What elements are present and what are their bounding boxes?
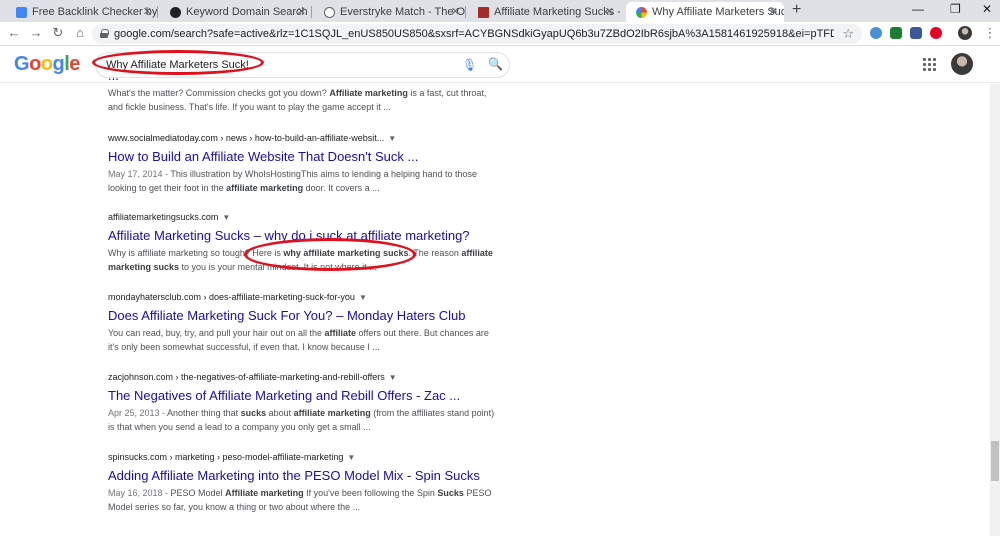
google-logo[interactable]: Google	[14, 53, 80, 76]
result-title[interactable]: Affiliate Marketing Sucks – why do i suc…	[108, 228, 528, 243]
search-result: www.socialmediatoday.com › news › how-to…	[108, 133, 528, 195]
menu-dots-icon[interactable]: ⋮	[982, 25, 998, 41]
dark-circle-icon	[170, 7, 181, 18]
search-result: zacjohnson.com › the-negatives-of-affili…	[108, 372, 528, 434]
facebook-icon[interactable]	[910, 27, 922, 39]
new-tab-plus-icon[interactable]: +	[792, 1, 801, 19]
scrollbar-thumb[interactable]	[991, 441, 999, 481]
result-title[interactable]: The Negatives of Affiliate Marketing and…	[108, 388, 528, 403]
result-title[interactable]: ...	[108, 68, 528, 83]
tab-keyword-domain[interactable]: Keyword Domain Search » Expired ✕	[160, 2, 312, 22]
search-result: affiliatemarketingsucks.com ▼ Affiliate M…	[108, 212, 528, 274]
result-snippet: Why is affiliate marketing so tough? Her…	[108, 248, 493, 272]
tab-title: Affiliate Marketing Sucks - Why D	[494, 6, 620, 18]
result-url[interactable]: affiliatemarketingsucks.com ▼	[108, 212, 528, 222]
url-text[interactable]: google.com/search?safe=active&rlz=1C1SQJ…	[114, 24, 834, 44]
tab-title: Why Affiliate Marketers Suck! - G	[652, 6, 784, 18]
result-snippet: What's the matter? Commission checks got…	[108, 88, 487, 112]
tab-title: Keyword Domain Search » Expired	[186, 6, 312, 18]
tab-close-icon[interactable]: ✕	[769, 2, 778, 22]
search-result: mondayhatersclub.com › does-affiliate-ma…	[108, 292, 528, 354]
page-icon	[478, 7, 489, 18]
close-window-icon[interactable]: ✕	[982, 2, 992, 16]
apps-grid-icon[interactable]	[923, 58, 937, 72]
reload-icon[interactable]: ↻	[50, 25, 66, 41]
result-snippet: Apr 25, 2013 - Another thing that sucks …	[108, 408, 495, 432]
profile-avatar[interactable]	[958, 26, 972, 40]
tab-affiliate-sucks[interactable]: Affiliate Marketing Sucks - Why D ✕	[468, 2, 620, 22]
search-result: ... What's the matter? Commission checks…	[108, 68, 528, 114]
globe-icon	[324, 7, 335, 18]
result-title[interactable]: Adding Affiliate Marketing into the PESO…	[108, 468, 528, 483]
home-icon[interactable]: ⌂	[72, 25, 88, 40]
forward-arrow-icon[interactable]: →	[28, 25, 44, 40]
tab-close-icon[interactable]: ✕	[451, 2, 460, 22]
tab-close-icon[interactable]: ✕	[143, 2, 152, 22]
browser-toolbar: ← → ↻ ⌂ google.com/search?safe=active&rl…	[0, 22, 1000, 46]
bookmark-star-icon[interactable]: ☆	[842, 26, 854, 42]
result-title[interactable]: How to Build an Affiliate Website That D…	[108, 149, 528, 164]
cloud-extension-icon[interactable]	[870, 27, 882, 39]
account-avatar[interactable]	[951, 53, 973, 75]
minimize-icon[interactable]: —	[912, 2, 924, 16]
shield-extension-icon[interactable]	[890, 27, 902, 39]
maximize-icon[interactable]: ❐	[950, 2, 961, 16]
address-bar[interactable]: google.com/search?safe=active&rlz=1C1SQJ…	[92, 24, 862, 44]
result-url[interactable]: spinsucks.com › marketing › peso-model-a…	[108, 452, 528, 462]
tab-close-icon[interactable]: ✕	[297, 2, 306, 22]
result-snippet: May 16, 2018 - PESO Model Affiliate mark…	[108, 488, 492, 512]
result-snippet: You can read, buy, try, and pull your ha…	[108, 328, 489, 352]
chevron-down-icon[interactable]: ▼	[222, 213, 230, 222]
result-url[interactable]: www.socialmediatoday.com › news › how-to…	[108, 133, 528, 143]
tab-title: Everstryke Match - The Official Po	[340, 6, 466, 18]
result-url[interactable]: zacjohnson.com › the-negatives-of-affili…	[108, 372, 528, 382]
result-snippet: May 17, 2014 - This illustration by WhoI…	[108, 169, 478, 193]
page-scrollbar[interactable]	[990, 84, 1000, 536]
chevron-down-icon[interactable]: ▼	[388, 134, 396, 143]
back-arrow-icon[interactable]: ←	[6, 25, 22, 40]
search-result: spinsucks.com › marketing › peso-model-a…	[108, 452, 528, 514]
lock-icon	[100, 29, 109, 38]
tab-ahrefs[interactable]: Free Backlink Checker by Ahrefs ✕	[6, 2, 158, 22]
chevron-down-icon[interactable]: ▼	[347, 453, 355, 462]
google-icon	[636, 7, 647, 18]
tab-strip: Free Backlink Checker by Ahrefs ✕ Keywor…	[0, 0, 1000, 22]
result-url[interactable]: mondayhatersclub.com › does-affiliate-ma…	[108, 292, 528, 302]
tab-google-search[interactable]: Why Affiliate Marketers Suck! - G ✕	[626, 2, 784, 22]
chevron-down-icon[interactable]: ▼	[359, 293, 367, 302]
result-title[interactable]: Does Affiliate Marketing Suck For You? –…	[108, 308, 528, 323]
tab-close-icon[interactable]: ✕	[605, 2, 614, 22]
tab-everstryke[interactable]: Everstryke Match - The Official Po ✕	[314, 2, 466, 22]
pinterest-icon[interactable]	[930, 27, 942, 39]
hand-icon	[16, 7, 27, 18]
tab-title: Free Backlink Checker by Ahrefs	[32, 6, 158, 18]
chevron-down-icon[interactable]: ▼	[389, 373, 397, 382]
